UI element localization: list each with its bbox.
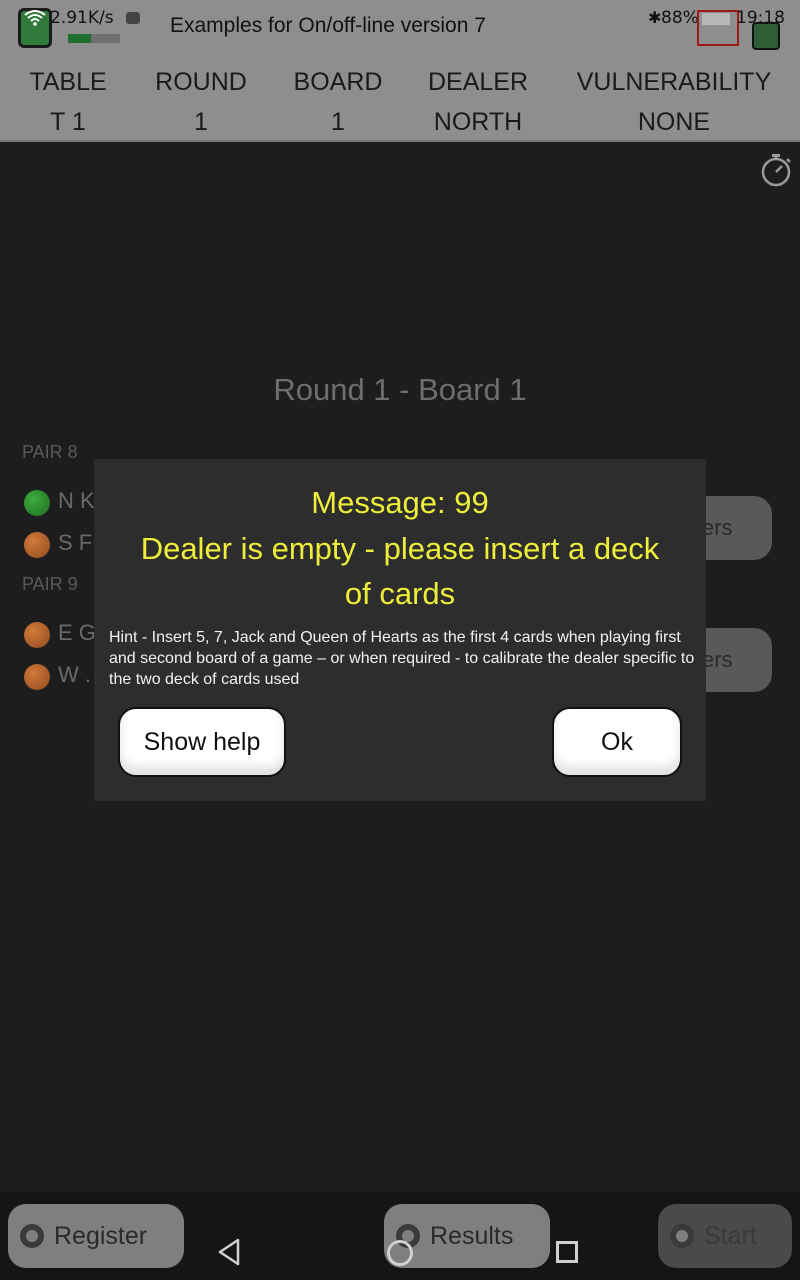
- battery-icon: [702, 13, 730, 25]
- player-name: W .: [58, 662, 91, 687]
- header-label: ROUND: [155, 68, 247, 96]
- register-button[interactable]: Register: [8, 1204, 184, 1268]
- header-value: NORTH: [433, 108, 523, 136]
- show-help-button[interactable]: Show help: [118, 707, 286, 777]
- header-label: DEALER: [427, 68, 529, 96]
- header-value: 1: [194, 108, 208, 136]
- register-icon: [20, 1224, 44, 1248]
- message-text-line1: Dealer is empty - please insert a deck: [140, 531, 660, 566]
- home-icon[interactable]: [387, 1240, 413, 1266]
- battery-level: 88%: [661, 8, 699, 28]
- message-text-line2: of cards: [344, 576, 456, 611]
- board-info-header: TABLE T 1 ROUND 1 BOARD 1 DEALER NORTH V…: [0, 56, 800, 142]
- notification-icon: [126, 12, 140, 24]
- status-dot-icon: [24, 490, 50, 516]
- player-name: S F: [58, 530, 93, 555]
- header-label: BOARD: [293, 68, 383, 96]
- header-label: TABLE: [29, 68, 107, 96]
- header-value: T 1: [50, 108, 86, 136]
- round-title: Round 1 - Board 1: [273, 372, 527, 407]
- bluetooth-icon: ✱: [648, 8, 662, 27]
- back-icon[interactable]: [216, 1238, 242, 1266]
- message-dialog: Message: 99 Dealer is empty - please ins…: [94, 459, 706, 801]
- pair-label: PAIR 9: [22, 574, 78, 594]
- message-code: Message: 99: [311, 485, 489, 520]
- start-button[interactable]: Start: [658, 1204, 792, 1268]
- pair-label: PAIR 8: [22, 442, 78, 462]
- results-label: Results: [430, 1222, 514, 1250]
- player-name: E G: [58, 620, 96, 645]
- download-progress-fill: [68, 34, 92, 43]
- stopwatch-icon[interactable]: [758, 152, 794, 188]
- status-bar: 2.91K/s Examples for On/off-line version…: [0, 0, 800, 56]
- device-icon: [752, 22, 780, 50]
- header-value: NONE: [637, 108, 711, 136]
- app-title: Examples for On/off-line version 7: [170, 14, 486, 37]
- header-value: 1: [331, 108, 345, 136]
- download-progress: [68, 34, 120, 43]
- player-name: N K: [58, 488, 95, 513]
- register-label: Register: [54, 1222, 148, 1250]
- wifi-icon: [24, 10, 46, 26]
- status-dot-icon: [24, 532, 50, 558]
- header-label: VULNERABILITY: [576, 68, 772, 96]
- ok-button[interactable]: Ok: [552, 707, 682, 777]
- start-label: Start: [704, 1222, 757, 1250]
- start-icon: [670, 1224, 694, 1248]
- network-speed: 2.91K/s: [50, 8, 114, 28]
- status-dot-icon: [24, 622, 50, 648]
- hint-text: Hint - Insert 5, 7, Jack and Queen of He…: [109, 629, 695, 688]
- status-dot-icon: [24, 664, 50, 690]
- recent-apps-icon[interactable]: [556, 1241, 578, 1263]
